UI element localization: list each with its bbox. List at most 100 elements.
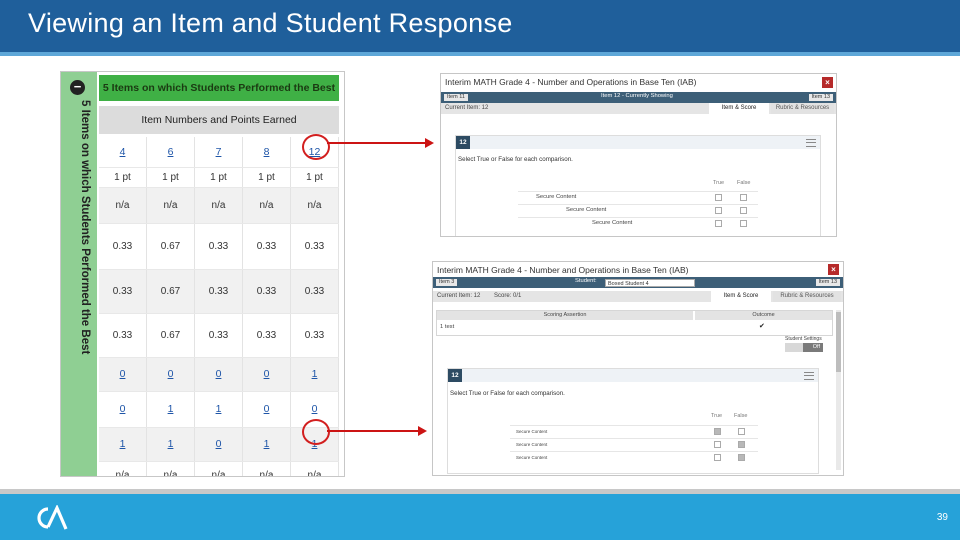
next-item-button[interactable]: Item 13	[815, 279, 840, 286]
student-select[interactable]: Boxed Student 4	[605, 279, 695, 287]
value-cell: n/a	[99, 461, 147, 476]
true-radio[interactable]	[714, 454, 721, 461]
true-radio[interactable]	[715, 220, 722, 227]
current-item-label: Item 12 - Currently Showing	[601, 93, 673, 99]
footer-bar: 39	[0, 494, 960, 540]
value-cell: 0.67	[146, 313, 195, 358]
item-nav-bar: Item 11 Item 12 - Currently Showing Item…	[441, 92, 836, 103]
table-row: n/a n/a n/a n/a n/a	[99, 461, 339, 476]
table-subheader: Item Numbers and Points Earned	[99, 106, 339, 134]
close-icon[interactable]: ×	[828, 264, 839, 275]
value-cell: n/a	[146, 461, 195, 476]
menu-icon[interactable]	[806, 139, 816, 147]
row-label: Secure Content	[566, 207, 607, 213]
value-cell: 0.33	[242, 269, 291, 314]
value-cell: 0.33	[99, 269, 147, 314]
score-link[interactable]: 1	[264, 438, 270, 450]
close-icon[interactable]: ×	[822, 77, 833, 88]
value-cell: n/a	[290, 461, 339, 476]
student-label: Student:	[575, 278, 597, 284]
false-radio[interactable]	[740, 220, 747, 227]
item-link-8[interactable]: 8	[264, 146, 270, 158]
row-label: Secure Content	[516, 455, 548, 460]
score-link[interactable]: 0	[312, 403, 318, 415]
value-cell: 0.33	[194, 223, 243, 270]
value-cell: n/a	[290, 187, 339, 224]
settings-label: Student Settings	[785, 336, 822, 342]
minus-circle-icon[interactable]: −	[70, 80, 85, 95]
col-true: True	[713, 180, 725, 186]
false-radio[interactable]	[740, 207, 747, 214]
points-cell: 1 pt	[99, 167, 147, 188]
best-items-table: 5 Items on which Students Performed the …	[99, 75, 339, 476]
score-link[interactable]: 1	[216, 403, 222, 415]
best-items-panel: − 5 Items on which Students Performed th…	[60, 71, 345, 477]
false-radio[interactable]	[738, 428, 745, 435]
value-cell: 0.33	[194, 269, 243, 314]
tab-item-score[interactable]: Item & Score	[711, 291, 771, 302]
current-item-text: Current Item: 12	[437, 293, 481, 299]
row-label: Secure Content	[516, 442, 548, 447]
value-cell: 0.33	[194, 313, 243, 358]
window-title: Interim MATH Grade 4 - Number and Operat…	[437, 265, 689, 275]
table-row: 0.33 0.67 0.33 0.33 0.33	[99, 223, 339, 270]
points-cell: 1 pt	[146, 167, 195, 188]
score-link[interactable]: 1	[120, 438, 126, 450]
value-cell: 0.33	[99, 223, 147, 270]
item-link-6[interactable]: 6	[168, 146, 174, 158]
value-cell: n/a	[194, 461, 243, 476]
true-radio[interactable]	[714, 441, 721, 448]
assertion-row: 1 test	[440, 324, 455, 330]
score-link[interactable]: 1	[312, 368, 318, 380]
true-radio[interactable]	[715, 207, 722, 214]
score-link[interactable]: 0	[120, 368, 126, 380]
prev-item-button[interactable]: Item 3	[436, 279, 458, 286]
value-cell: 0.67	[146, 269, 195, 314]
score-link[interactable]: 0	[168, 368, 174, 380]
false-radio[interactable]	[740, 194, 747, 201]
score-text: Score: 0/1	[494, 293, 522, 299]
score-link[interactable]: 1	[168, 438, 174, 450]
value-cell: n/a	[99, 187, 147, 224]
prev-item-button[interactable]: Item 11	[444, 94, 468, 101]
slide-title: Viewing an Item and Student Response	[28, 8, 513, 38]
ca-logo-icon	[37, 505, 68, 530]
tab-rubric-resources[interactable]: Rubric & Resources	[773, 291, 841, 302]
value-cell: n/a	[242, 187, 291, 224]
item-content-box: 12 Select True or False for each compari…	[447, 368, 819, 474]
false-radio-selected[interactable]	[738, 441, 745, 448]
score-link[interactable]: 0	[264, 403, 270, 415]
value-cell: 0.33	[99, 313, 147, 358]
table-header: 5 Items on which Students Performed the …	[99, 75, 339, 101]
score-link[interactable]: 0	[216, 438, 222, 450]
score-link[interactable]: 0	[216, 368, 222, 380]
item-number-badge: 12	[448, 369, 462, 382]
score-link[interactable]: 0	[264, 368, 270, 380]
score-link[interactable]: 0	[120, 403, 126, 415]
menu-icon[interactable]	[804, 372, 814, 380]
true-radio-selected[interactable]	[714, 428, 721, 435]
false-radio-selected[interactable]	[738, 454, 745, 461]
window-title: Interim MATH Grade 4 - Number and Operat…	[445, 77, 697, 87]
score-link[interactable]: 1	[168, 403, 174, 415]
panel-collapse-strip[interactable]: − 5 Items on which Students Performed th…	[61, 72, 97, 476]
value-cell: 0.33	[290, 269, 339, 314]
item-link-7[interactable]: 7	[216, 146, 222, 158]
student-response-window: Interim MATH Grade 4 - Number and Operat…	[432, 261, 844, 476]
scrollbar[interactable]	[836, 310, 841, 470]
item-prompt: Select True or False for each comparison…	[458, 156, 573, 163]
arrow-head-icon	[425, 138, 434, 148]
item-number-badge: 12	[456, 136, 470, 149]
true-radio[interactable]	[715, 194, 722, 201]
value-cell: 0.33	[290, 313, 339, 358]
title-bar: Viewing an Item and Student Response	[0, 0, 960, 52]
points-cell: 1 pt	[290, 167, 339, 188]
item-link-4[interactable]: 4	[120, 146, 126, 158]
page-number: 39	[936, 512, 948, 523]
item-view-window: Interim MATH Grade 4 - Number and Operat…	[440, 73, 837, 237]
settings-toggle[interactable]: Off	[785, 343, 823, 352]
highlight-circle-item-12	[302, 134, 330, 160]
tab-rubric-resources[interactable]: Rubric & Resources	[771, 103, 834, 114]
next-item-button[interactable]: Item 13	[808, 94, 833, 101]
tab-item-score[interactable]: Item & Score	[709, 103, 769, 114]
